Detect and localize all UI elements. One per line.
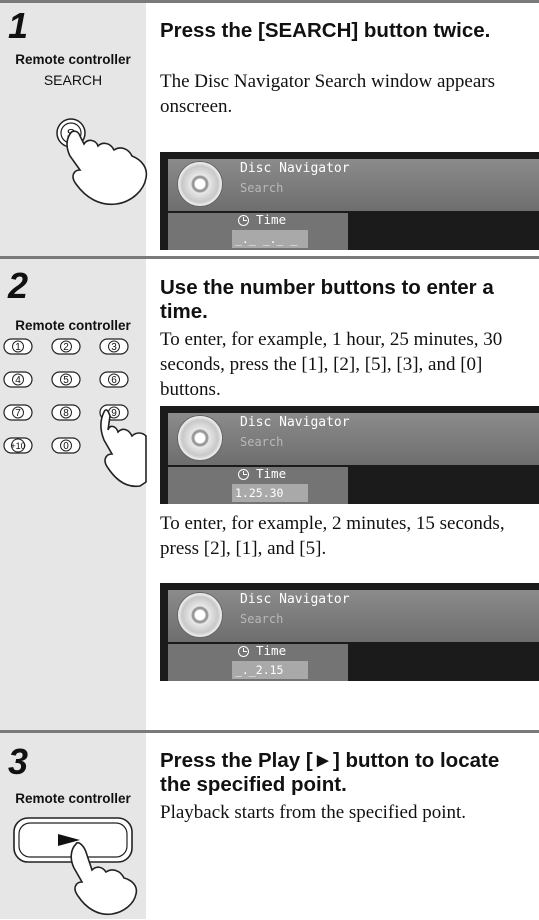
step-number: 3	[8, 741, 29, 782]
step-3: 3 Remote controller Press the Play [►] b…	[0, 730, 539, 919]
remote-controller-label: Remote controller	[15, 318, 131, 333]
screen-title: Disc Navigator	[240, 415, 350, 430]
disc-icon	[178, 593, 222, 637]
screen-title: Disc Navigator	[240, 161, 350, 176]
step-body: Playback starts from the specified point…	[160, 802, 467, 823]
step-2: 2 Remote controller 1 2 3 4 5 6 7 8 9 +1…	[0, 256, 539, 730]
step-number: 2	[8, 265, 29, 306]
keypad-button-1: 1	[3, 338, 33, 355]
step-body-2: To enter, for example, 2 minutes, 15 sec…	[160, 513, 505, 559]
svg-text:1: 1	[15, 342, 21, 353]
disc-navigator-screen: Disc Navigator Search Time _._ _._ _	[160, 152, 539, 250]
svg-text:6: 6	[111, 375, 117, 386]
svg-text:+10: +10	[10, 441, 25, 451]
step-number: 1	[8, 5, 29, 46]
search-button-label: SEARCH	[43, 72, 103, 88]
svg-text:8: 8	[63, 408, 69, 419]
clock-icon	[238, 469, 249, 480]
disc-navigator-screen: Disc Navigator Search Time _._2.15	[160, 583, 539, 681]
clock-icon	[238, 646, 249, 657]
screen-subtitle: Search	[240, 435, 284, 449]
svg-text:0: 0	[63, 441, 69, 452]
keypad-button-5: 5	[51, 371, 81, 388]
keypad-button-6: 6	[99, 371, 129, 388]
hand-pointer-icon: S	[56, 118, 148, 206]
keypad-button-3: 3	[99, 338, 129, 355]
svg-text:7: 7	[15, 408, 21, 419]
play-button-illustration	[13, 817, 138, 916]
disc-navigator-screen: Disc Navigator Search Time 1.25.30	[160, 406, 539, 504]
remote-controller-label: Remote controller	[15, 52, 131, 67]
number-keypad: 1 2 3 4 5 6 7 8 9 +10 0	[3, 338, 147, 488]
step-body: The Disc Navigator Search window appears…	[160, 71, 496, 117]
hand-pointer-icon	[100, 409, 147, 488]
keypad-button-plus10: +10	[3, 437, 33, 454]
svg-text:5: 5	[63, 375, 69, 386]
remote-controller-label: Remote controller	[15, 791, 131, 806]
disc-icon	[178, 416, 222, 460]
step-divider	[0, 0, 539, 3]
screen-subtitle: Search	[240, 612, 284, 626]
svg-text:3: 3	[111, 342, 117, 353]
step-1: 1 Remote controller SEARCH S Press the […	[0, 0, 539, 256]
time-label: Time	[256, 643, 287, 658]
step-body: To enter, for example, 1 hour, 25 minute…	[160, 329, 503, 400]
keypad-button-4: 4	[3, 371, 33, 388]
step-heading: Use the number buttons to enter a time.	[160, 276, 494, 323]
time-label: Time	[256, 212, 287, 227]
keypad-button-7: 7	[3, 404, 33, 421]
step-heading: Press the [SEARCH] button twice.	[160, 19, 491, 42]
screen-title: Disc Navigator	[240, 592, 350, 607]
svg-text:9: 9	[111, 408, 117, 419]
keypad-button-2: 2	[51, 338, 81, 355]
keypad-button-8: 8	[51, 404, 81, 421]
time-label: Time	[256, 466, 287, 481]
clock-icon	[238, 215, 249, 226]
time-field: _._ _._ _	[232, 230, 308, 248]
disc-icon	[178, 162, 222, 206]
keypad-button-0: 0	[51, 437, 81, 454]
svg-text:2: 2	[63, 342, 69, 353]
time-field: 1.25.30	[232, 484, 308, 502]
screen-subtitle: Search	[240, 181, 284, 195]
step-heading: Press the Play [►] button to locate the …	[160, 749, 500, 796]
step-divider	[0, 730, 539, 733]
time-field: _._2.15	[232, 661, 308, 679]
svg-text:4: 4	[15, 375, 21, 386]
step-divider	[0, 256, 539, 259]
